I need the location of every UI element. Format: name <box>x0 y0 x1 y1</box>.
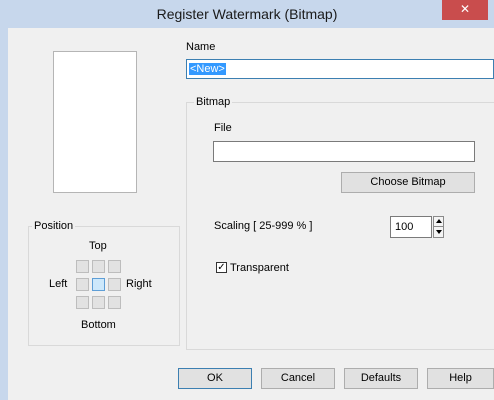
position-top-label: Top <box>89 240 107 252</box>
position-left-label: Left <box>49 278 68 290</box>
close-icon: ✕ <box>459 2 471 16</box>
dialog-client-area: Position Top Left Right Bottom Name <New… <box>8 28 494 400</box>
name-input-value: <New> <box>189 63 226 75</box>
spinner-divider <box>434 226 443 227</box>
position-cell-center[interactable] <box>92 278 105 291</box>
position-cell-top-center[interactable] <box>92 260 105 273</box>
position-cell-top-right[interactable] <box>108 260 121 273</box>
title-bar: Register Watermark (Bitmap) ✕ <box>0 0 494 28</box>
scaling-input-value: 100 <box>395 221 414 233</box>
position-cell-middle-right[interactable] <box>108 278 121 291</box>
register-watermark-dialog: Register Watermark (Bitmap) ✕ Position T… <box>0 0 494 400</box>
position-group-label: Position <box>32 220 76 232</box>
help-button[interactable]: Help <box>427 368 494 389</box>
cancel-button[interactable]: Cancel <box>261 368 335 389</box>
dialog-title: Register Watermark (Bitmap) <box>156 6 338 22</box>
bitmap-preview <box>53 51 137 193</box>
spin-up-arrow-icon[interactable] <box>436 219 442 223</box>
spin-down-arrow-icon[interactable] <box>436 230 442 234</box>
bitmap-group-label: Bitmap <box>194 96 233 108</box>
defaults-button[interactable]: Defaults <box>344 368 418 389</box>
name-input[interactable]: <New> <box>186 59 494 79</box>
scaling-label: Scaling [ 25-999 % ] <box>214 220 313 232</box>
position-cell-middle-left[interactable] <box>76 278 89 291</box>
ok-button[interactable]: OK <box>178 368 252 389</box>
choose-bitmap-button[interactable]: Choose Bitmap <box>341 172 475 193</box>
close-button[interactable]: ✕ <box>442 0 488 20</box>
scaling-input[interactable]: 100 <box>390 216 432 238</box>
position-right-label: Right <box>126 278 152 290</box>
position-cell-top-left[interactable] <box>76 260 89 273</box>
transparent-checkbox[interactable]: ✓ <box>216 262 227 273</box>
transparent-label[interactable]: Transparent <box>230 262 289 274</box>
name-label: Name <box>186 41 216 53</box>
position-cell-bottom-center[interactable] <box>92 296 105 309</box>
position-bottom-label: Bottom <box>81 319 116 331</box>
file-label: File <box>214 122 232 134</box>
scaling-spinner[interactable] <box>433 216 444 238</box>
file-input[interactable] <box>213 141 475 162</box>
position-cell-bottom-left[interactable] <box>76 296 89 309</box>
position-cell-bottom-right[interactable] <box>108 296 121 309</box>
checkmark-icon: ✓ <box>217 262 226 273</box>
